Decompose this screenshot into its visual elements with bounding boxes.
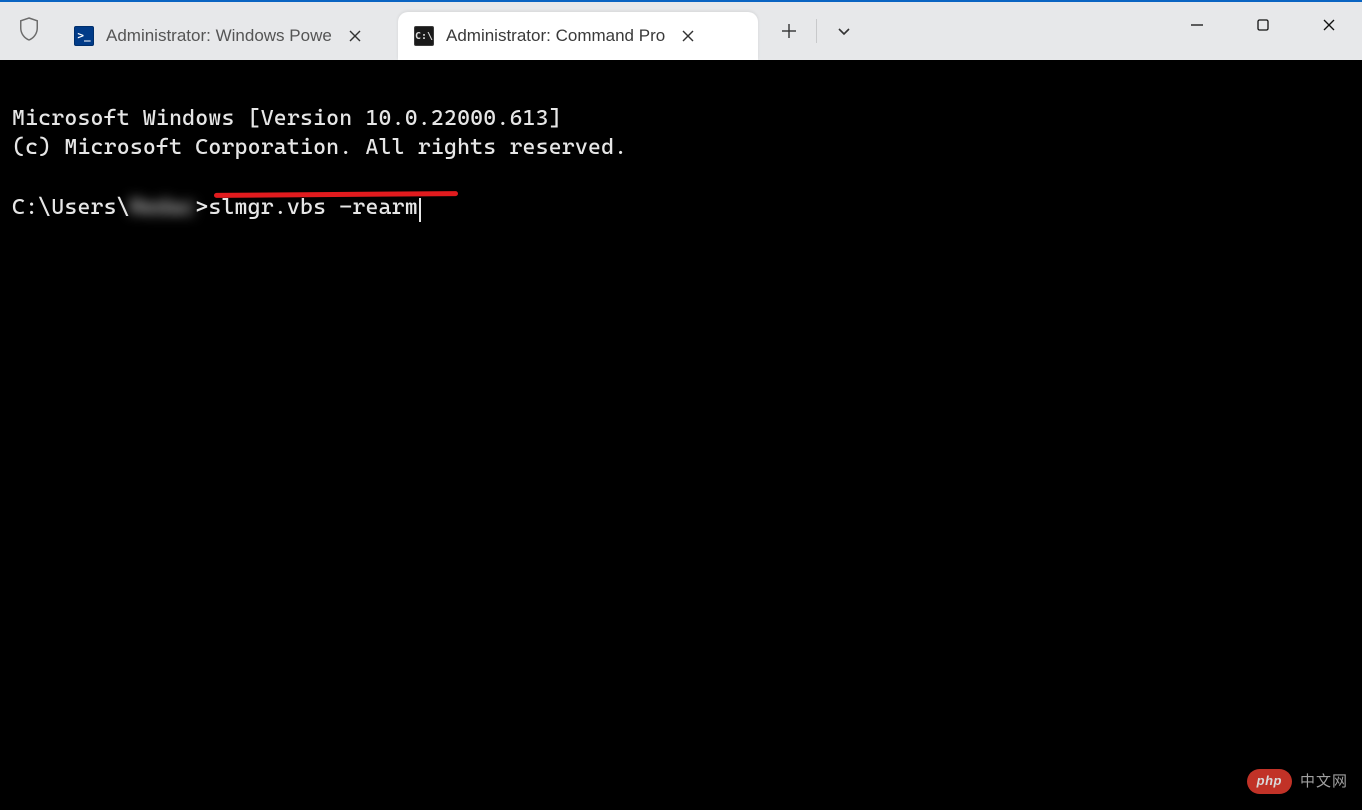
titlebar[interactable]: >_ Administrator: Windows Powe C:\ Admin… bbox=[0, 2, 1362, 60]
powershell-icon: >_ bbox=[74, 26, 94, 46]
separator bbox=[816, 19, 817, 43]
shield-icon bbox=[18, 16, 40, 47]
terminal-window: >_ Administrator: Windows Powe C:\ Admin… bbox=[0, 0, 1362, 810]
tabs-area: >_ Administrator: Windows Powe C:\ Admin… bbox=[58, 2, 758, 60]
tab-command-prompt[interactable]: C:\ Administrator: Command Pro bbox=[398, 12, 758, 60]
watermark-badge: php bbox=[1247, 769, 1292, 794]
terminal-body[interactable]: Microsoft Windows [Version 10.0.22000.61… bbox=[0, 60, 1362, 810]
close-tab-button[interactable] bbox=[679, 27, 697, 45]
maximize-button[interactable] bbox=[1230, 2, 1296, 48]
tab-powershell[interactable]: >_ Administrator: Windows Powe bbox=[58, 12, 398, 60]
window-controls bbox=[1164, 2, 1362, 60]
close-window-button[interactable] bbox=[1296, 2, 1362, 48]
cmd-icon: C:\ bbox=[414, 26, 434, 46]
prompt-username-redacted: Redac bbox=[130, 193, 195, 223]
watermark-text: 中文网 bbox=[1300, 772, 1348, 792]
prompt-line: C:\Users\Redac>slmgr.vbs -rearm bbox=[12, 195, 421, 220]
close-tab-button[interactable] bbox=[346, 27, 364, 45]
prompt-prefix: C:\Users\ bbox=[12, 195, 130, 220]
text-cursor bbox=[419, 198, 422, 222]
tab-actions bbox=[758, 2, 867, 60]
minimize-button[interactable] bbox=[1164, 2, 1230, 48]
tab-dropdown-button[interactable] bbox=[821, 10, 867, 52]
new-tab-button[interactable] bbox=[766, 10, 812, 52]
watermark: php 中文网 bbox=[1247, 769, 1348, 794]
typed-command: slmgr.vbs -rearm bbox=[208, 195, 417, 220]
tab-title: Administrator: Windows Powe bbox=[106, 26, 332, 46]
terminal-line: Microsoft Windows [Version 10.0.22000.61… bbox=[12, 106, 562, 131]
prompt-suffix: > bbox=[195, 195, 208, 220]
red-underline-annotation bbox=[214, 191, 458, 198]
titlebar-shield bbox=[0, 2, 58, 60]
terminal-line: (c) Microsoft Corporation. All rights re… bbox=[12, 135, 627, 160]
tab-title: Administrator: Command Pro bbox=[446, 26, 665, 46]
